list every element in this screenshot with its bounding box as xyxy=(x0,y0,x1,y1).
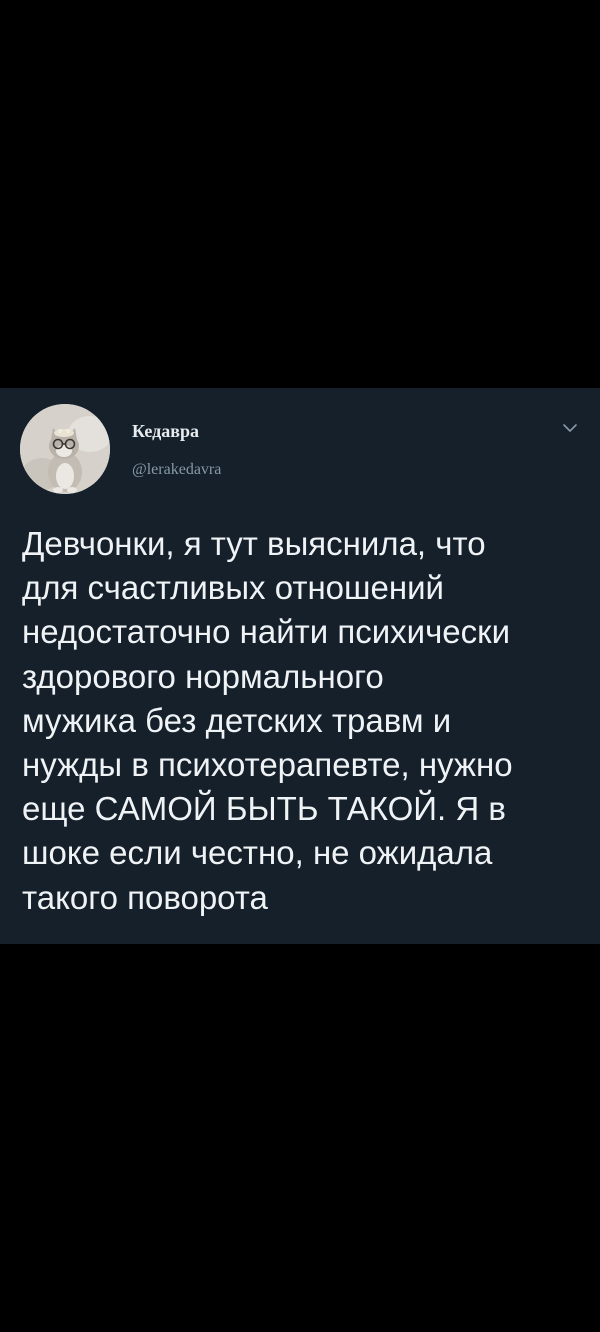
cat-avatar-icon xyxy=(20,404,110,494)
author-display-name[interactable]: Кедавра xyxy=(132,421,199,442)
avatar[interactable] xyxy=(20,404,110,494)
tweet-text: Девчонки, я тут выяснила, что для счастл… xyxy=(22,525,513,916)
tweet-card: Кедавра @lerakedavra Девчонки, я тут выя… xyxy=(0,388,600,944)
tweet-menu-button[interactable] xyxy=(560,420,580,436)
author-handle[interactable]: @lerakedavra xyxy=(132,461,221,479)
chevron-down-icon xyxy=(563,424,577,432)
